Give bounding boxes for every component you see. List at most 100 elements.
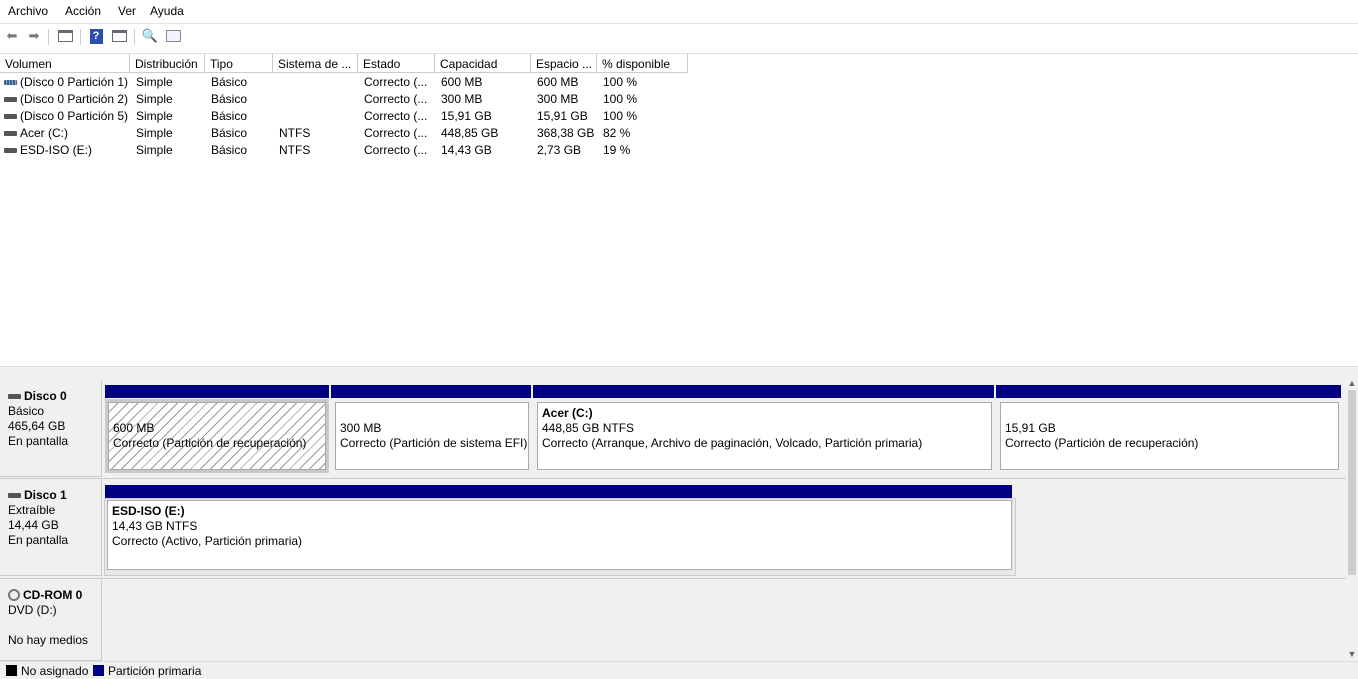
table-cell[interactable]: 300 MB [435,90,531,107]
cell-text: Básico [211,75,248,89]
cell-text: Simple [136,92,173,106]
table-cell[interactable]: Simple [130,141,205,158]
volume-icon [4,114,17,120]
table-cell[interactable]: Simple [130,124,205,141]
cell-text: 82 % [603,126,631,140]
table-cell[interactable]: 448,85 GB [435,124,531,141]
volume-icon [4,131,17,137]
cell-text: (Disco 0 Partición 5) [20,109,129,123]
table-cell[interactable]: (Disco 0 Partición 5) [0,107,130,124]
cell-text: (Disco 0 Partición 1) [20,75,129,89]
table-cell[interactable]: 100 % [597,107,688,124]
disk-1-label[interactable]: Disco 1 Extraíble 14,44 GB En pantalla [0,479,102,576]
back-arrow-icon[interactable]: ⬅ [3,28,21,44]
console-tree-icon[interactable] [56,28,74,44]
table-cell[interactable]: Básico [205,141,273,158]
pane-splitter[interactable] [0,366,1358,378]
cell-text: Simple [136,143,173,157]
cell-text: 600 MB [537,75,579,89]
col-tipo[interactable]: Tipo [205,54,273,73]
table-cell[interactable]: Simple [130,90,205,107]
table-cell[interactable]: 600 MB [435,73,531,90]
col-espacio[interactable]: Espacio ... [531,54,597,73]
partition-disk0-1[interactable]: 600 MB Correcto (Partición de recuperació… [108,402,326,470]
table-cell[interactable]: 15,91 GB [531,107,597,124]
table-cell[interactable]: NTFS [273,141,358,158]
menu-accion[interactable]: Acción [65,4,101,18]
table-cell[interactable]: 100 % [597,90,688,107]
cell-text: Correcto (... [364,143,428,157]
table-cell[interactable]: Básico [205,90,273,107]
cell-text: Correcto (... [364,92,428,106]
table-cell[interactable]: Correcto (... [358,124,435,141]
cell-text: ESD-ISO (E:) [20,143,93,157]
legend-unallocated: No asignado [6,664,88,678]
volume-icon [4,148,17,154]
table-cell[interactable]: Básico [205,107,273,124]
table-cell[interactable]: Básico [205,73,273,90]
partition-esd-iso-e[interactable]: ESD-ISO (E:) 14,43 GB NTFS Correcto (Activ… [107,500,1012,570]
cdrom-0-label[interactable]: CD-ROM 0 DVD (D:) No hay medios [0,579,102,661]
table-cell[interactable] [273,90,358,107]
cell-text: 15,91 GB [441,109,492,123]
cell-text: 448,85 GB [441,126,499,140]
partition-disk0-2[interactable]: 300 MB Correcto (Partición de sistema EFI… [335,402,529,470]
col-estado[interactable]: Estado [358,54,435,73]
toolbar: ⬅ ➡ ? 🔍 [0,23,1358,48]
table-cell[interactable]: 14,43 GB [435,141,531,158]
table-cell[interactable]: Correcto (... [358,90,435,107]
menu-bar: Archivo Acción Ver Ayuda [0,0,1358,22]
cell-text: (Disco 0 Partición 2) [20,92,129,106]
volume-list: Volumen Distribución Tipo Sistema de ...… [0,53,1358,366]
disk-map: Disco 0 Básico 465,64 GB En pantalla 600 M… [0,378,1346,661]
disk-icon [8,493,21,499]
connect-disk-icon[interactable]: 🔍 [141,28,159,44]
table-cell[interactable]: Básico [205,124,273,141]
table-cell[interactable]: Correcto (... [358,73,435,90]
partition-acer-c[interactable]: Acer (C:) 448,85 GB NTFS Correcto (Arranqu… [537,402,992,470]
table-cell[interactable]: 2,73 GB [531,141,597,158]
menu-ayuda[interactable]: Ayuda [150,4,184,18]
volume-icon [4,80,17,86]
table-cell[interactable]: (Disco 0 Partición 2) [0,90,130,107]
table-cell[interactable]: NTFS [273,124,358,141]
table-cell[interactable]: 19 % [597,141,688,158]
table-cell[interactable]: Correcto (... [358,107,435,124]
col-distribucion[interactable]: Distribución [130,54,205,73]
menu-ver[interactable]: Ver [118,4,136,18]
cell-text: 100 % [603,109,638,123]
table-cell[interactable] [273,73,358,90]
cell-text: Simple [136,126,173,140]
table-cell[interactable]: 300 MB [531,90,597,107]
table-cell[interactable]: 15,91 GB [435,107,531,124]
table-cell[interactable] [273,107,358,124]
action-pane-icon[interactable] [110,28,128,44]
cell-text: Correcto (... [364,126,428,140]
table-cell[interactable]: Simple [130,107,205,124]
table-cell[interactable]: Simple [130,73,205,90]
table-cell[interactable]: Correcto (... [358,141,435,158]
col-capacidad[interactable]: Capacidad [435,54,531,73]
properties-icon[interactable] [164,28,182,44]
col-sistema[interactable]: Sistema de ... [273,54,358,73]
cell-text: 19 % [603,143,631,157]
table-cell[interactable]: 100 % [597,73,688,90]
cell-text: 15,91 GB [537,109,588,123]
disk-0-label[interactable]: Disco 0 Básico 465,64 GB En pantalla [0,380,102,477]
table-cell[interactable]: 368,38 GB [531,124,597,141]
menu-archivo[interactable]: Archivo [8,4,48,18]
cell-text: NTFS [279,143,311,157]
vertical-scrollbar[interactable]: ▲ ▼ [1346,378,1358,661]
table-cell[interactable]: ESD-ISO (E:) [0,141,130,158]
col-volumen[interactable]: Volumen [0,54,130,73]
col-disponible[interactable]: % disponible [597,54,688,73]
cell-text: 300 MB [537,92,579,106]
partition-disk0-5[interactable]: 15,91 GB Correcto (Partición de recuperac… [1000,402,1339,470]
forward-arrow-icon[interactable]: ➡ [25,28,43,44]
table-cell[interactable]: Acer (C:) [0,124,130,141]
table-cell[interactable]: (Disco 0 Partición 1) [0,73,130,90]
table-cell[interactable]: 82 % [597,124,688,141]
table-cell[interactable]: 600 MB [531,73,597,90]
help-icon[interactable]: ? [87,28,105,44]
cell-text: Simple [136,75,173,89]
